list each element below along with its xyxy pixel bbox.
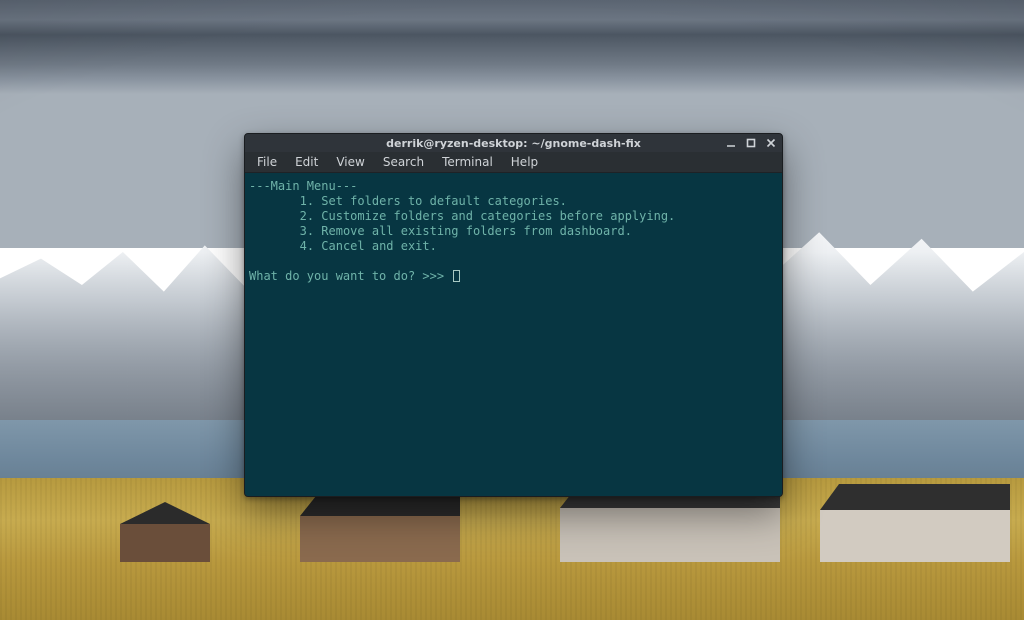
menu-help[interactable]: Help — [503, 153, 546, 171]
terminal-prompt: What do you want to do? >>> — [249, 269, 451, 283]
desktop-wallpaper: derrik@ryzen-desktop: ~/gnome-dash-fix F… — [0, 0, 1024, 620]
terminal-option-text: Customize folders and categories before … — [321, 209, 675, 223]
terminal-option-number: 4 — [300, 239, 307, 253]
terminal-window[interactable]: derrik@ryzen-desktop: ~/gnome-dash-fix F… — [244, 133, 783, 497]
terminal-menu-header: ---Main Menu--- — [249, 179, 357, 193]
terminal-option-number: 2 — [300, 209, 307, 223]
minimize-icon — [726, 138, 736, 148]
window-titlebar[interactable]: derrik@ryzen-desktop: ~/gnome-dash-fix — [245, 134, 782, 152]
menu-terminal[interactable]: Terminal — [434, 153, 501, 171]
wallpaper-house — [300, 492, 460, 562]
wallpaper-house — [120, 502, 210, 562]
menu-view[interactable]: View — [328, 153, 372, 171]
terminal-option-number: 3 — [300, 224, 307, 238]
close-icon — [766, 138, 776, 148]
close-button[interactable] — [764, 136, 778, 150]
menu-file[interactable]: File — [249, 153, 285, 171]
window-title: derrik@ryzen-desktop: ~/gnome-dash-fix — [386, 137, 641, 150]
terminal-option-number: 1 — [300, 194, 307, 208]
terminal-cursor — [453, 270, 460, 282]
minimize-button[interactable] — [724, 136, 738, 150]
wallpaper-house — [820, 484, 1010, 562]
terminal-option-text: Cancel and exit. — [321, 239, 437, 253]
menu-search[interactable]: Search — [375, 153, 432, 171]
terminal-body[interactable]: ---Main Menu--- 1. Set folders to defaul… — [245, 173, 782, 496]
maximize-icon — [746, 138, 756, 148]
terminal-option-text: Set folders to default categories. — [321, 194, 567, 208]
window-controls — [724, 134, 778, 152]
terminal-option-text: Remove all existing folders from dashboa… — [321, 224, 632, 238]
maximize-button[interactable] — [744, 136, 758, 150]
menubar: File Edit View Search Terminal Help — [245, 152, 782, 173]
menu-edit[interactable]: Edit — [287, 153, 326, 171]
